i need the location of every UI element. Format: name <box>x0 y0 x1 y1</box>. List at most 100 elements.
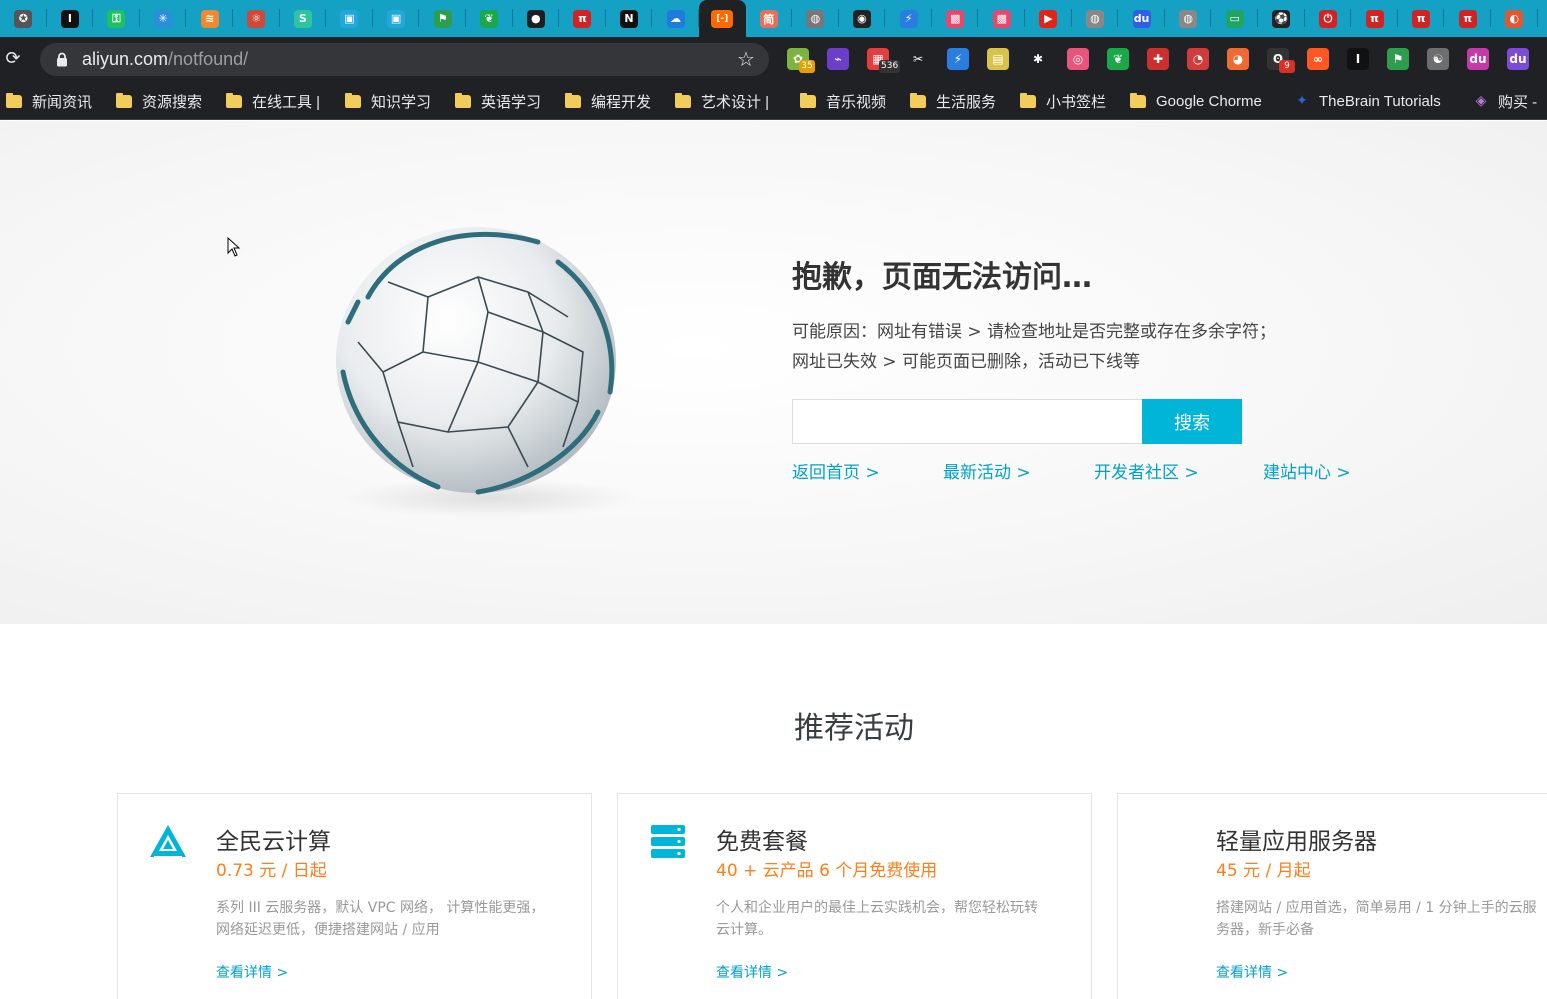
bookmark-label: 新闻资讯 <box>32 93 93 111</box>
orange-blob-icon[interactable]: ◕ <box>1227 48 1249 70</box>
frog-extension-icon[interactable]: ✿ 35 <box>787 48 815 73</box>
browser-tab[interactable]: π <box>1351 0 1398 37</box>
browser-tab[interactable]: S <box>280 0 327 37</box>
browser-tab[interactable]: ▣ <box>373 0 420 37</box>
link-developer-community[interactable]: 开发者社区 > <box>1094 458 1199 483</box>
bookmark-item[interactable]: 艺术设计 | <box>669 91 769 111</box>
browser-tab[interactable]: ◍ <box>792 0 839 37</box>
baidu-extension-icon[interactable]: du <box>1507 48 1529 70</box>
purple-square-icon[interactable]: ⌁ <box>827 48 849 70</box>
bolt-extension-icon[interactable]: ⚡ <box>947 48 969 70</box>
aliyun-icon: [-] <box>711 9 734 28</box>
search-input[interactable] <box>792 399 1143 444</box>
scissors-icon[interactable]: ✂ <box>907 48 929 70</box>
bilibili-icon: ▩ <box>992 9 1011 28</box>
folder-icon <box>800 92 816 108</box>
browser-tab[interactable]: ⚡ <box>885 0 932 37</box>
folder-icon <box>910 92 926 108</box>
browser-tab[interactable]: ▩ <box>932 0 979 37</box>
browser-tab[interactable]: ☁ <box>652 0 699 37</box>
browser-tab[interactable]: ▶ <box>1025 0 1072 37</box>
bookmark-item[interactable]: ◈ 购买 - <box>1468 91 1538 111</box>
browser-tab[interactable]: ● <box>513 0 560 37</box>
folder-icon <box>565 92 581 108</box>
browser-tab[interactable]: ⚑ <box>419 0 466 37</box>
server-stack-icon <box>651 825 685 858</box>
browser-tab[interactable]: ✳ <box>140 0 187 37</box>
browser-tab[interactable]: π <box>1444 0 1491 37</box>
infinity-icon[interactable]: ∞ <box>1307 48 1329 70</box>
browser-tab[interactable]: du <box>1118 0 1165 37</box>
pink-circle-icon[interactable]: ◎ <box>1067 48 1089 70</box>
bookmarks-bar: 新闻资讯 资源搜索 在线工具 | 知识学习 英语学习 编程开发 艺术设计 | 音乐视频 生活服务… <box>0 82 1547 120</box>
bilibili-extension-icon[interactable]: du <box>1467 48 1489 70</box>
browser-tab[interactable]: 简 <box>746 0 793 37</box>
extension-glyph: ◕ <box>1232 52 1244 66</box>
browser-tab[interactable]: ◍ <box>1072 0 1119 37</box>
link-home[interactable]: 返回首页 > <box>792 458 880 483</box>
bookmark-item[interactable]: 编程开发 <box>559 91 651 111</box>
extension-badge: 9 <box>1279 60 1295 73</box>
browser-tab[interactable]: ⚿ <box>93 0 140 37</box>
browser-tab[interactable]: ◐ <box>1491 0 1538 37</box>
bookmark-item[interactable]: 音乐视频 <box>794 91 886 111</box>
address-bar[interactable]: aliyun.com/notfound/ ☆ <box>40 43 769 76</box>
bookmark-item[interactable]: 生活服务 <box>904 91 996 111</box>
browser-tab[interactable]: ✪ <box>0 0 47 37</box>
card-details-link[interactable]: 查看详情 > <box>216 962 288 982</box>
browser-tab[interactable]: I <box>47 0 94 37</box>
evernote-icon: ❦ <box>480 9 499 28</box>
bookmark-item[interactable]: 在线工具 | <box>220 91 320 111</box>
card-details-link[interactable]: 查看详情 > <box>716 962 788 982</box>
browser-tab[interactable]: ⚽ <box>1258 0 1305 37</box>
color-wheel-icon[interactable]: ◔ <box>1187 48 1209 70</box>
extension-badge: 35 <box>799 60 815 73</box>
bookmark-star-icon[interactable]: ☆ <box>737 48 755 70</box>
bookmark-item[interactable]: 知识学习 <box>339 91 431 111</box>
pi-icon: π <box>1458 9 1477 28</box>
link-latest-activities[interactable]: 最新活动 > <box>943 458 1031 483</box>
bookmark-item[interactable]: 小书签栏 <box>1014 91 1106 111</box>
bookmark-item[interactable]: 英语学习 <box>449 91 541 111</box>
cloud-icon: ☁ <box>666 9 685 28</box>
bookmark-item[interactable]: 新闻资讯 <box>0 91 92 111</box>
search-button[interactable]: 搜索 <box>1142 399 1242 444</box>
browser-tab[interactable]: ▣ <box>326 0 373 37</box>
link-site-building-center[interactable]: 建站中心 > <box>1263 458 1351 483</box>
green-flag-extension-icon[interactable]: ⚑ <box>1387 48 1409 70</box>
browser-tab[interactable]: ▩ <box>978 0 1025 37</box>
browser-tab[interactable]: N <box>606 0 653 37</box>
bookmark-item[interactable]: Google Chorme <box>1124 91 1262 111</box>
bookmark-item[interactable]: ✦ TheBrain Tutorials <box>1289 91 1441 111</box>
url-path: /notfound/ <box>168 49 249 69</box>
promo-card-free-tier[interactable]: 免费套餐 40 + 云产品 6 个月免费使用 个人和企业用户的最佳上云实践机会，… <box>617 793 1092 999</box>
reload-icon[interactable]: ⟳ <box>3 49 23 69</box>
youtube-icon: ▶ <box>1039 9 1058 28</box>
red-cross-icon[interactable]: ✚ <box>1147 48 1169 70</box>
browser-tab[interactable]: ⚛ <box>233 0 280 37</box>
browser-tab[interactable]: ▭ <box>1211 0 1258 37</box>
browser-tab[interactable]: ⏻ <box>1305 0 1352 37</box>
url-text[interactable]: aliyun.com/notfound/ <box>82 49 248 70</box>
calendar-extension-icon[interactable]: ▦ 536 <box>867 48 901 73</box>
browser-tab[interactable]: [-] <box>698 0 746 37</box>
instapaper-extension-icon[interactable]: I <box>1347 48 1369 70</box>
promo-card-cloud-computing[interactable]: 全民云计算 0.73 元 / 日起 系列 III 云服务器，默认 VPC 网络，… <box>117 793 592 999</box>
promo-card-lightweight-server[interactable]: 轻量应用服务器 45 元 / 月起 搭建网站 / 应用首选，简单易用 / 1 分… <box>1117 793 1547 999</box>
pin-icon[interactable]: ✱ <box>1027 48 1049 70</box>
evernote-extension-icon[interactable]: ❦ <box>1107 48 1129 70</box>
glasses-icon[interactable]: ʘ9 <box>1267 48 1295 73</box>
browser-tab[interactable]: ◉ <box>839 0 886 37</box>
card-details-link[interactable]: 查看详情 > <box>1216 962 1288 982</box>
pi-icon: π <box>1412 9 1431 28</box>
browser-tab[interactable]: ◍ <box>1165 0 1212 37</box>
bookmark-item[interactable]: 资源搜索 <box>110 91 202 111</box>
owl-icon[interactable]: ☯ <box>1427 48 1449 70</box>
browser-tab[interactable]: ≋ <box>186 0 233 37</box>
mouse-cursor-icon <box>227 237 241 257</box>
browser-tab[interactable]: π <box>1398 0 1445 37</box>
browser-tab[interactable]: π <box>559 0 606 37</box>
picture-icon[interactable]: ▤ <box>987 48 1009 70</box>
extension-glyph: ∞ <box>1313 52 1323 66</box>
browser-tab[interactable]: ❦ <box>466 0 513 37</box>
